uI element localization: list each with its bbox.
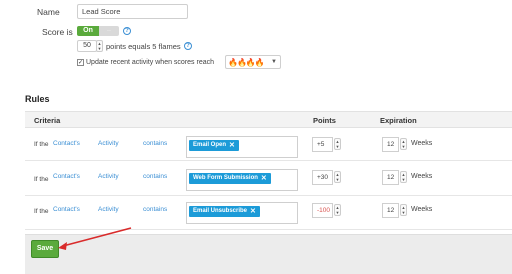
annotation-arrow-line <box>62 227 132 247</box>
annotation-arrow-head <box>58 242 67 250</box>
annotation-arrow <box>58 227 132 250</box>
